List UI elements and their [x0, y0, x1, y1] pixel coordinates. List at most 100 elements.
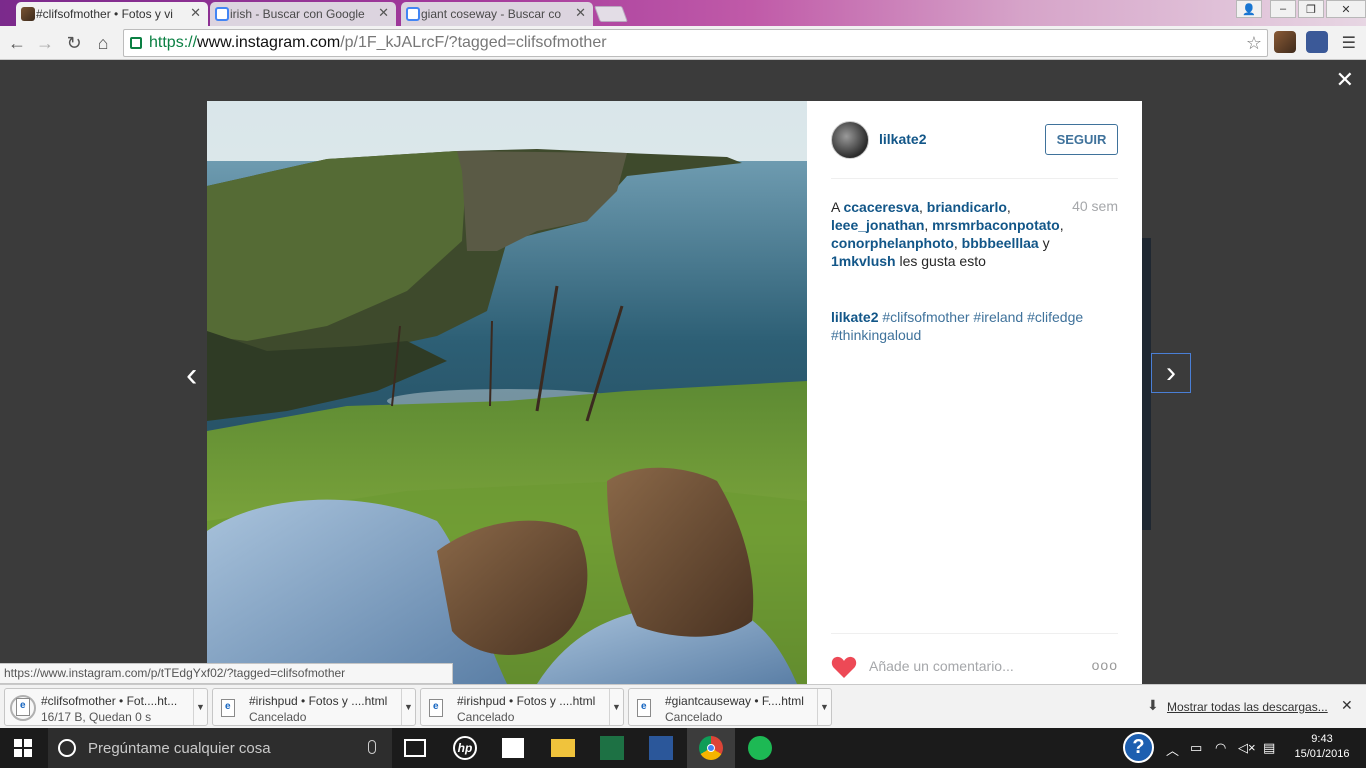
google-favicon-icon: [215, 7, 229, 21]
post-photo[interactable]: [207, 101, 807, 684]
comment-input[interactable]: Añade un comentario...: [869, 658, 1014, 674]
chevron-down-icon[interactable]: ▼: [609, 689, 623, 725]
notifications-icon[interactable]: ▤: [1263, 740, 1275, 756]
home-icon[interactable]: ⌂: [92, 32, 114, 54]
word-icon[interactable]: [649, 736, 673, 760]
follow-button[interactable]: SEGUIR: [1045, 124, 1118, 155]
cortana-icon: [58, 739, 76, 757]
previous-post-chevron-icon[interactable]: ‹: [186, 356, 197, 395]
next-post-preview: [1142, 238, 1151, 530]
post-timestamp[interactable]: 40 sem: [1072, 198, 1118, 214]
task-view-icon[interactable]: [404, 739, 426, 757]
liker-link[interactable]: leee_jonathan: [831, 217, 924, 233]
liker-link[interactable]: ccaceresva: [843, 199, 919, 215]
new-tab-button[interactable]: [594, 6, 628, 22]
liker-link[interactable]: conorphelanphoto: [831, 235, 954, 251]
divider: [831, 633, 1118, 634]
download-item[interactable]: #irishpud • Fotos y ....html Cancelado ▼: [212, 688, 416, 726]
forward-arrow-icon[interactable]: →: [34, 32, 56, 54]
caption-username[interactable]: lilkate2: [831, 309, 878, 325]
tab-instagram[interactable]: #clifsofmother • Fotos y vi ✕: [16, 2, 208, 26]
tab-label: giant coseway - Buscar co: [421, 7, 561, 21]
liker-link[interactable]: mrsmrbaconpotato: [932, 217, 1060, 233]
liker-link[interactable]: briandicarlo: [927, 199, 1007, 215]
download-item[interactable]: #irishpud • Fotos y ....html Cancelado ▼: [420, 688, 624, 726]
cliffs-photo-image: [207, 101, 807, 684]
chevron-down-icon[interactable]: ▼: [817, 689, 831, 725]
liker-link[interactable]: 1mkvlush: [831, 253, 896, 269]
help-icon[interactable]: ?: [1123, 732, 1154, 763]
volume-muted-icon[interactable]: ◁×: [1238, 740, 1256, 756]
post-sidebar: lilkate2 SEGUIR A ccaceresva, briandicar…: [831, 101, 1118, 684]
likes-summary: A ccaceresva, briandicarlo, leee_jonatha…: [831, 199, 1064, 269]
close-window-button[interactable]: ✕: [1326, 0, 1366, 18]
file-explorer-icon[interactable]: [551, 739, 575, 757]
download-filename: #clifsofmother • Fot....ht...: [41, 694, 178, 708]
tab-close-icon[interactable]: ✕: [575, 5, 586, 21]
download-item[interactable]: #clifsofmother • Fot....ht... 16/17 B, Q…: [4, 688, 208, 726]
spotify-icon[interactable]: [748, 736, 772, 760]
instagram-extension-icon[interactable]: [1274, 31, 1296, 53]
clock-date: 15/01/2016: [1294, 748, 1350, 760]
instagram-favicon-icon: [21, 7, 35, 21]
facebook-extension-icon[interactable]: [1306, 31, 1328, 53]
battery-icon[interactable]: ▭: [1190, 740, 1202, 756]
hp-icon[interactable]: hp: [453, 736, 477, 760]
secure-lock-icon: [130, 37, 142, 49]
minimize-button[interactable]: –: [1270, 0, 1296, 18]
browser-toolbar: ← → ↻ ⌂ https://www.instagram.com/p/1F_k…: [0, 26, 1366, 60]
next-post-chevron-icon[interactable]: ›: [1151, 353, 1191, 393]
tab-google-irish[interactable]: irish - Buscar con Google ✕: [210, 2, 396, 26]
wifi-icon[interactable]: ◠: [1215, 740, 1226, 756]
windows-taskbar: Pregúntame cualquier cosa hp ? ︿ ▭ ◠ ◁× …: [0, 728, 1366, 768]
address-url: https://www.instagram.com/p/1F_kJALrcF/?…: [149, 34, 607, 51]
html-file-icon: [221, 699, 235, 717]
chrome-taskbar-button[interactable]: [687, 728, 735, 768]
close-modal-icon[interactable]: ✕: [1336, 67, 1354, 93]
download-filename: #giantcauseway • F....html: [665, 694, 804, 708]
divider: [831, 178, 1118, 179]
post-caption: lilkate2 #clifsofmother #ireland #clifed…: [831, 308, 1118, 344]
avatar[interactable]: [831, 121, 869, 159]
chevron-down-icon[interactable]: ▼: [193, 689, 207, 725]
download-status: Cancelado: [457, 710, 515, 724]
tab-label: irish - Buscar con Google: [230, 7, 365, 21]
browser-tab-strip: #clifsofmother • Fotos y vi ✕ irish - Bu…: [0, 0, 1366, 26]
tab-google-giant[interactable]: giant coseway - Buscar co ✕: [401, 2, 593, 26]
store-icon[interactable]: [502, 738, 524, 758]
downloads-bar: #clifsofmother • Fot....ht... 16/17 B, Q…: [0, 684, 1366, 728]
reload-icon[interactable]: ↻: [63, 32, 85, 54]
liker-link[interactable]: bbbbeelllaa: [962, 235, 1039, 251]
download-item[interactable]: #giantcauseway • F....html Cancelado ▼: [628, 688, 832, 726]
excel-icon[interactable]: [600, 736, 624, 760]
window-controls: 👤 – ❐ ✕: [1234, 0, 1366, 20]
download-status: Cancelado: [249, 710, 307, 724]
download-filename: #irishpud • Fotos y ....html: [249, 694, 388, 708]
show-hidden-icons-chevron-icon[interactable]: ︿: [1166, 740, 1179, 759]
photo-modal-overlay[interactable]: ✕ ‹ › lilkate2 SEGUIR A ccaceresva, bria…: [0, 61, 1366, 684]
html-file-icon: [429, 699, 443, 717]
tab-close-icon[interactable]: ✕: [190, 5, 201, 21]
microphone-icon[interactable]: [368, 740, 376, 754]
more-options-icon[interactable]: ooo: [1092, 657, 1118, 673]
heart-icon[interactable]: [831, 655, 857, 679]
bookmark-star-icon[interactable]: ☆: [1246, 33, 1262, 54]
tab-close-icon[interactable]: ✕: [378, 5, 389, 21]
download-status: 16/17 B, Quedan 0 s: [41, 710, 152, 724]
chrome-menu-icon[interactable]: ☰: [1342, 33, 1356, 53]
show-all-downloads-link[interactable]: Mostrar todas las descargas...: [1167, 700, 1328, 714]
download-status: Cancelado: [665, 710, 723, 724]
user-icon[interactable]: 👤: [1236, 0, 1262, 18]
system-clock[interactable]: 9:43 15/01/2016: [1290, 732, 1354, 762]
address-bar[interactable]: https://www.instagram.com/p/1F_kJALrcF/?…: [123, 29, 1268, 57]
close-downloads-icon[interactable]: ✕: [1341, 697, 1353, 714]
post-username[interactable]: lilkate2: [879, 131, 926, 147]
restore-button[interactable]: ❐: [1298, 0, 1324, 18]
chevron-down-icon[interactable]: ▼: [401, 689, 415, 725]
windows-start-icon[interactable]: [14, 739, 32, 757]
back-arrow-icon[interactable]: ←: [6, 32, 28, 54]
html-file-icon: [16, 698, 30, 716]
cortana-search-box[interactable]: Pregúntame cualquier cosa: [48, 728, 392, 768]
status-bar-url: https://www.instagram.com/p/tTEdgYxf02/?…: [0, 663, 453, 684]
cortana-search-placeholder: Pregúntame cualquier cosa: [88, 740, 271, 757]
